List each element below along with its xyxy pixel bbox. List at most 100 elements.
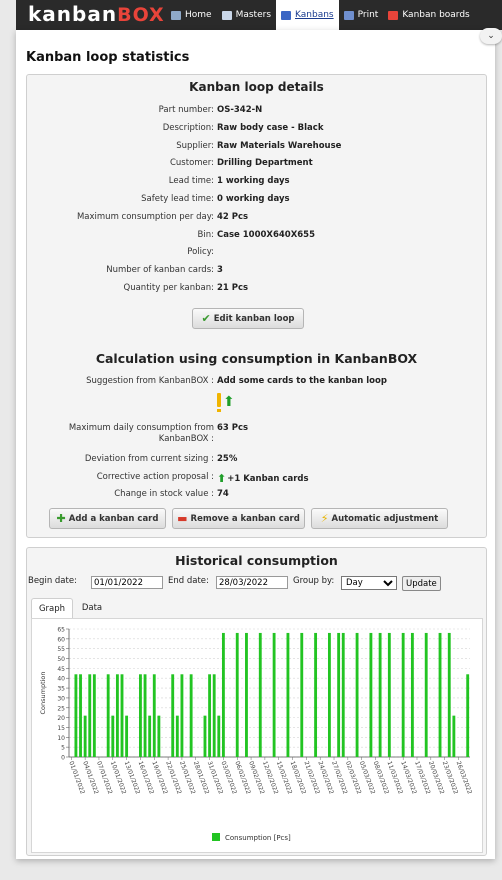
consumption-bar — [92, 674, 96, 757]
consumption-bar — [258, 632, 262, 757]
consumption-chart: 05101520253035404550556065Consumption01/… — [39, 627, 473, 843]
nav-item-print[interactable]: Print — [339, 0, 384, 30]
consumption-bar — [74, 674, 78, 757]
detail-label: Quantity per kanban: — [123, 283, 214, 293]
end-date-input[interactable] — [216, 576, 288, 589]
consumption-bar — [438, 632, 442, 757]
detail-row: Customer: Drilling Department — [27, 155, 486, 171]
detail-value: 21 Pcs — [217, 283, 249, 293]
tab-data[interactable]: Data — [75, 598, 109, 618]
nav-item-label: Home — [185, 10, 212, 20]
group-by-select[interactable]: Day — [341, 576, 397, 590]
historical-consumption-panel: Historical consumption Begin date: End d… — [26, 547, 487, 856]
warning-icon — [217, 393, 221, 407]
update-button[interactable]: Update — [402, 576, 441, 591]
chevron-down-icon: ⌄ — [487, 31, 495, 41]
corrective-label: Corrective action proposal : — [96, 472, 214, 482]
consumption-bar — [314, 632, 318, 757]
y-tick-label: 65 — [57, 627, 65, 634]
consumption-bar — [79, 674, 82, 757]
y-tick-label: 40 — [57, 676, 65, 683]
detail-row: Supplier: Raw Materials Warehouse — [27, 138, 486, 154]
detail-label: Safety lead time: — [141, 194, 214, 204]
consumption-bar — [171, 674, 175, 757]
consumption-bar — [212, 674, 216, 757]
max-daily-label-1: Maximum daily consumption from — [68, 423, 214, 433]
date-filter-row: Begin date: End date: Group by: Day Upda… — [27, 574, 486, 592]
nav-item-label: Masters — [235, 10, 272, 20]
kanbanbox-logo[interactable]: kanbanBOX — [28, 2, 165, 26]
y-tick-label: 15 — [57, 725, 65, 732]
detail-row: Bin: Case 1000X640X655 — [27, 227, 486, 243]
consumption-bar — [221, 632, 225, 757]
consumption-bar — [120, 674, 124, 757]
max-daily-value: 63 Pcs — [217, 423, 249, 433]
nav-item-label: Print — [357, 10, 379, 20]
consumption-bar — [401, 632, 405, 757]
kanbans-icon — [281, 10, 292, 20]
max-daily-row: Maximum daily consumption from KanbanBOX… — [27, 421, 486, 447]
main-content: Kanban loop statistics Kanban loop detai… — [16, 30, 495, 859]
legend-label: Consumption [Pcs] — [225, 834, 291, 842]
deviation-label: Deviation from current sizing : — [84, 454, 214, 464]
detail-label: Description: — [162, 122, 214, 133]
consumption-bar — [447, 632, 451, 757]
detail-value: 3 — [217, 265, 223, 276]
consumption-bar — [115, 674, 119, 757]
detail-label: Maximum consumption per day: — [76, 211, 214, 222]
masters-icon — [221, 10, 232, 20]
begin-date-label: Begin date: — [28, 576, 77, 586]
consumption-bar — [355, 632, 359, 757]
calculation-title: Calculation using consumption in KanbanB… — [95, 351, 418, 366]
consumption-bar — [88, 674, 92, 757]
detail-value: 42 Pcs — [217, 211, 249, 222]
detail-label: Policy: — [187, 247, 214, 258]
nav-item-label: Kanban boards — [402, 10, 470, 20]
consumption-bar — [337, 632, 341, 757]
details-title: Kanban loop details — [189, 80, 324, 94]
detail-label: Lead time: — [168, 176, 214, 187]
consumption-bar — [272, 632, 276, 757]
remove-kanban-card-button[interactable]: ▬ Remove a kanban card — [172, 508, 305, 529]
kanban-loop-details-panel: Kanban loop details Part number: OS-342-N… — [26, 74, 487, 538]
detail-label: Bin: — [197, 229, 214, 240]
y-tick-label: 45 — [57, 666, 65, 673]
detail-value: Drilling Department — [217, 158, 313, 169]
home-icon — [171, 10, 181, 20]
y-tick-label: 10 — [57, 735, 65, 742]
begin-date-input[interactable] — [91, 576, 163, 589]
nav-item-home[interactable]: Home — [166, 0, 217, 30]
consumption-bar — [139, 674, 142, 757]
suggestion-value: Add some cards to the kanban loop — [217, 376, 387, 386]
detail-row: Number of kanban cards: 3 — [27, 262, 486, 278]
consumption-bar — [111, 715, 115, 757]
detail-value: 1 working days — [217, 176, 290, 187]
main-menu: Home Masters Kanbans Print Kanban boards — [166, 0, 475, 30]
print-icon — [343, 10, 354, 20]
tab-graph[interactable]: Graph — [31, 598, 73, 619]
collapse-toggle[interactable]: ⌄ — [480, 28, 502, 44]
detail-value: OS-342-N — [217, 105, 263, 115]
nav-item-masters[interactable]: Masters — [217, 0, 276, 30]
detail-row: Policy: — [27, 244, 486, 260]
deviation-value: 25% — [217, 454, 238, 464]
y-tick-label: 35 — [57, 686, 65, 693]
detail-row: Lead time: 1 working days — [27, 173, 486, 189]
automatic-adjustment-button[interactable]: ⚡ Automatic adjustment — [311, 508, 448, 529]
kanban-boards-icon — [388, 10, 399, 20]
plus-icon: ✚ — [56, 512, 66, 525]
nav-item-kanban-boards[interactable]: Kanban boards — [383, 0, 474, 30]
consumption-bar — [327, 632, 331, 757]
consumption-bar — [300, 632, 304, 757]
consumption-bar — [157, 715, 161, 757]
lightning-icon: ⚡ — [320, 512, 329, 525]
nav-item-kanbans[interactable]: Kanbans — [276, 0, 339, 30]
y-axis-label: Consumption — [39, 671, 47, 714]
add-kanban-card-button[interactable]: ✚ Add a kanban card — [49, 508, 166, 529]
edit-kanban-loop-button[interactable]: ✔ Edit kanban loop — [192, 308, 304, 329]
y-tick-label: 50 — [57, 656, 65, 663]
detail-label: Part number: — [158, 105, 214, 115]
minus-icon: ▬ — [177, 512, 188, 525]
suggestion-label: Suggestion from KanbanBOX : — [86, 376, 214, 386]
consumption-bar — [245, 632, 248, 757]
